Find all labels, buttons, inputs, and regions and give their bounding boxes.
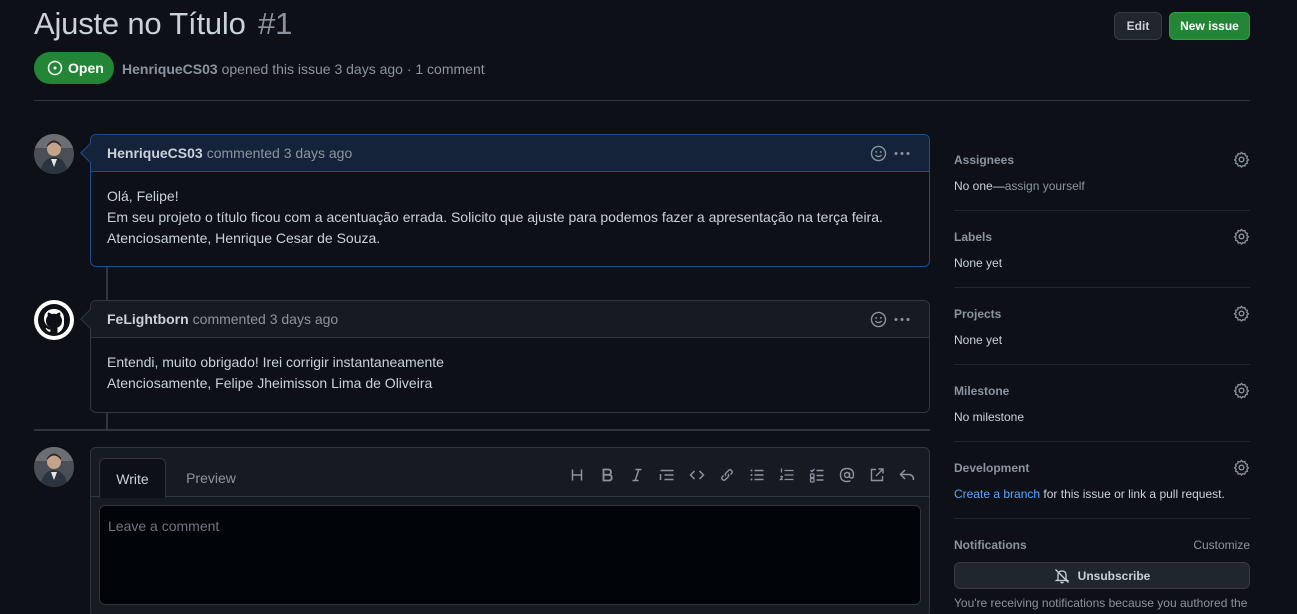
customize-link[interactable]: Customize — [1193, 538, 1250, 552]
heading-icon[interactable] — [568, 466, 585, 483]
comment-line: Em seu projeto o título ficou com a acen… — [107, 209, 883, 225]
cross-reference-icon[interactable] — [868, 466, 885, 483]
sidebar-development: Development Create a branch for this iss… — [954, 459, 1250, 501]
sidebar-assignees-value: No one—assign yourself — [954, 179, 1250, 193]
kebab-horizontal-icon[interactable] — [893, 145, 911, 162]
sidebar-divider — [954, 518, 1250, 519]
sidebar-divider — [954, 441, 1250, 442]
comment-header: FeLightborn commented 3 days ago — [91, 301, 929, 338]
sidebar-projects-title[interactable]: Projects — [954, 307, 1250, 321]
code-icon[interactable] — [688, 466, 705, 483]
sidebar-milestone-title[interactable]: Milestone — [954, 384, 1250, 398]
issue-opened-icon — [47, 60, 63, 76]
issue-state-label: Open — [68, 60, 104, 76]
comment-card-2: FeLightborn commented 3 days ago Entendi… — [80, 300, 930, 413]
sidebar-labels-title[interactable]: Labels — [954, 230, 1250, 244]
sidebar-development-title[interactable]: Development — [954, 461, 1250, 475]
task-list-icon[interactable] — [808, 466, 825, 483]
markdown-toolbar — [568, 466, 915, 483]
sidebar-milestone-value: No milestone — [954, 410, 1025, 424]
issue-meta-text: opened this issue 3 days ago · 1 comment — [221, 61, 485, 77]
ordered-list-icon[interactable] — [778, 466, 795, 483]
sidebar-divider — [954, 364, 1250, 365]
development-text: for this issue or link a pull request. — [1040, 487, 1225, 501]
notifications-reason: You're receiving notifications because y… — [954, 596, 1248, 610]
comment-textarea[interactable]: Leave a comment — [99, 505, 921, 605]
mention-icon[interactable] — [838, 466, 855, 483]
gear-icon[interactable] — [1233, 305, 1250, 322]
issue-title-text: Ajuste no Título — [34, 6, 246, 41]
smiley-icon[interactable] — [870, 311, 887, 328]
composer-tabs: Write Preview — [91, 448, 929, 498]
comment-line: Entendi, muito obrigado! Irei corrigir i… — [107, 354, 444, 370]
sidebar-labels-value: None yet — [954, 256, 1003, 270]
kebab-horizontal-icon[interactable] — [893, 311, 911, 328]
gear-icon[interactable] — [1233, 459, 1250, 476]
unsubscribe-label: Unsubscribe — [1077, 568, 1151, 583]
sidebar-projects: Projects None yet — [954, 305, 1250, 347]
header-divider — [34, 100, 1250, 101]
sidebar-divider — [954, 287, 1250, 288]
link-icon[interactable] — [718, 466, 735, 483]
comment-composer: Write Preview Leave a comment — [90, 447, 930, 614]
sidebar-notifications: Notifications Customize — [954, 538, 1250, 552]
comment-timestamp[interactable]: commented 3 days ago — [193, 311, 339, 327]
sidebar-labels: Labels None yet — [954, 228, 1250, 270]
new-issue-button[interactable]: New issue — [1169, 12, 1250, 40]
timeline-divider — [34, 429, 930, 431]
sidebar-projects-value: None yet — [954, 333, 1003, 347]
sidebar-milestone: Milestone No milestone — [954, 382, 1250, 424]
comment-line: Atenciosamente, Felipe Jheimisson Lima d… — [107, 375, 433, 391]
issue-title: Ajuste no Título #1 — [34, 6, 292, 42]
comment-author[interactable]: FeLightborn — [107, 311, 189, 327]
quote-icon[interactable] — [658, 466, 675, 483]
gear-icon[interactable] — [1233, 228, 1250, 245]
assignees-none: No one— — [954, 179, 1005, 193]
avatar-felightborn[interactable] — [34, 300, 74, 340]
unordered-list-icon[interactable] — [748, 466, 765, 483]
avatar-henriquecs03[interactable] — [34, 134, 74, 174]
comment-timestamp[interactable]: commented 3 days ago — [207, 145, 353, 161]
comment-header: HenriqueCS03 commented 3 days ago — [91, 135, 929, 172]
reply-icon[interactable] — [898, 466, 915, 483]
sidebar-development-value: Create a branch for this issue or link a… — [954, 487, 1250, 501]
gear-icon[interactable] — [1233, 151, 1250, 168]
comment-line: Olá, Felipe! — [107, 188, 179, 204]
comment-body: Olá, Felipe! Em seu projeto o título fic… — [91, 172, 929, 263]
comment-body: Entendi, muito obrigado! Irei corrigir i… — [91, 338, 929, 408]
tab-preview[interactable]: Preview — [179, 458, 243, 498]
edit-button[interactable]: Edit — [1114, 12, 1162, 40]
issue-meta: HenriqueCS03 opened this issue 3 days ag… — [122, 61, 485, 77]
italic-icon[interactable] — [628, 466, 645, 483]
sidebar-divider — [954, 210, 1250, 211]
gear-icon[interactable] — [1233, 382, 1250, 399]
sidebar-assignees: Assignees No one—assign yourself — [954, 151, 1250, 193]
tab-write[interactable]: Write — [99, 458, 166, 498]
issue-number: #1 — [258, 6, 293, 41]
avatar-current-user[interactable] — [34, 447, 74, 487]
assign-yourself-link[interactable]: assign yourself — [1005, 179, 1085, 193]
issue-state-badge: Open — [34, 52, 114, 84]
create-branch-link[interactable]: Create a branch — [954, 487, 1040, 501]
unsubscribe-button[interactable]: Unsubscribe — [954, 562, 1250, 589]
comment-author[interactable]: HenriqueCS03 — [107, 145, 203, 161]
smiley-icon[interactable] — [870, 145, 887, 162]
bold-icon[interactable] — [598, 466, 615, 483]
comment-line: Atenciosamente, Henrique Cesar de Souza. — [107, 230, 381, 246]
sidebar-assignees-title[interactable]: Assignees — [954, 153, 1250, 167]
bell-slash-icon — [1054, 568, 1070, 584]
comment-card-1: HenriqueCS03 commented 3 days ago Olá, F… — [80, 134, 930, 267]
issue-author-link[interactable]: HenriqueCS03 — [122, 61, 218, 77]
